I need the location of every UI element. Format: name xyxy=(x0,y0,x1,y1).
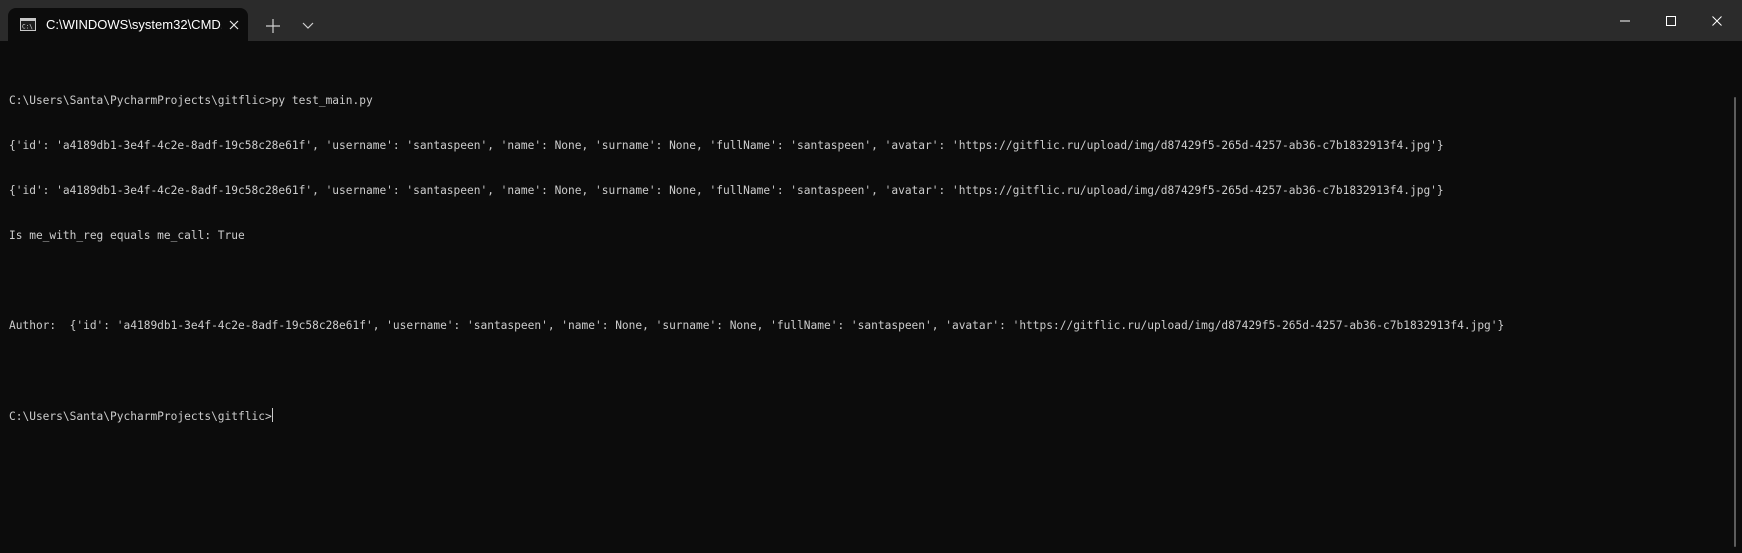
cmd-prompt-icon: C:\ xyxy=(20,18,36,31)
terminal-output[interactable]: C:\Users\Santa\PycharmProjects\gitflic>p… xyxy=(9,63,1724,543)
tab-cmd[interactable]: C:\ C:\WINDOWS\system32\CMD.e xyxy=(8,8,248,41)
plus-icon[interactable] xyxy=(263,16,283,36)
close-window-button[interactable] xyxy=(1694,0,1740,41)
svg-text:C:\: C:\ xyxy=(22,24,33,31)
scrollbar[interactable] xyxy=(1734,97,1736,547)
close-tab-icon[interactable] xyxy=(226,17,242,33)
terminal-line: Author: {'id': 'a4189db1-3e4f-4c2e-8adf-… xyxy=(9,319,1505,332)
terminal-line: {'id': 'a4189db1-3e4f-4c2e-8adf-19c58c28… xyxy=(9,139,1444,152)
chevron-down-icon[interactable] xyxy=(298,16,318,36)
prompt-text: C:\Users\Santa\PycharmProjects\gitflic> xyxy=(9,410,272,423)
maximize-button[interactable] xyxy=(1648,0,1694,41)
terminal-line: {'id': 'a4189db1-3e4f-4c2e-8adf-19c58c28… xyxy=(9,184,1444,197)
tab-title: C:\WINDOWS\system32\CMD.e xyxy=(46,17,222,32)
terminal-line: Is me_with_reg equals me_call: True xyxy=(9,229,245,242)
terminal-window: C:\ C:\WINDOWS\system32\CMD.e C:\Users\S… xyxy=(0,0,1742,553)
minimize-icon xyxy=(1620,20,1630,22)
title-bar[interactable]: C:\ C:\WINDOWS\system32\CMD.e xyxy=(0,0,1742,41)
terminal-line: C:\Users\Santa\PycharmProjects\gitflic>p… xyxy=(9,94,373,107)
text-cursor xyxy=(271,408,273,422)
terminal-prompt-line[interactable]: C:\Users\Santa\PycharmProjects\gitflic> xyxy=(9,408,1724,423)
minimize-button[interactable] xyxy=(1602,0,1648,41)
maximize-icon xyxy=(1666,16,1676,26)
close-icon xyxy=(1712,16,1722,26)
